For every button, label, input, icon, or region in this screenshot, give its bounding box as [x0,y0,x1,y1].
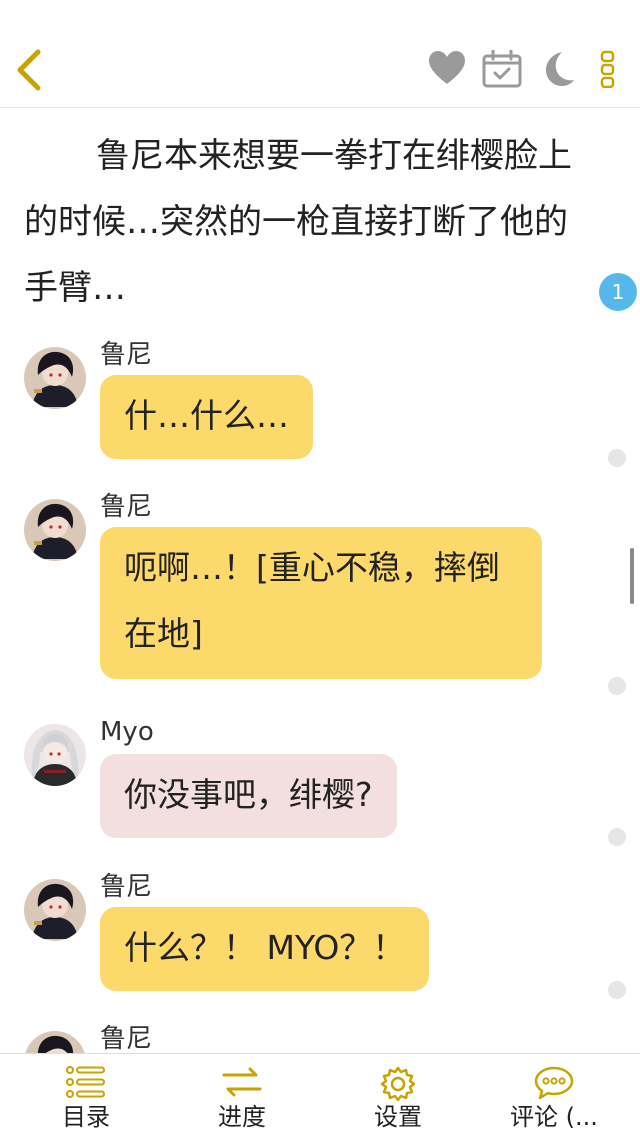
comment-dot[interactable] [608,981,626,999]
comment-dot[interactable] [608,677,626,695]
favorite-button[interactable] [428,50,466,90]
narration-text: 鲁尼本来想要一拳打在绯樱脸上的时候…突然的一枪直接打断了他的手臂… [24,136,572,308]
tab-settings[interactable]: 设置 [318,1054,478,1139]
calendar-checkin-button[interactable] [482,49,522,92]
more-vertical-icon [600,50,615,89]
tab-label: 评论 (... [510,1103,598,1131]
paragraph-comment-badge[interactable]: 1 [599,273,637,311]
comment-dot[interactable] [608,449,626,467]
scrollbar-thumb[interactable] [630,548,634,604]
bottom-nav: 目录 进度 设置 评论 (... [0,1053,640,1138]
night-mode-button[interactable] [538,50,576,92]
speaker-name: 鲁尼 [100,872,153,902]
list-icon [66,1066,106,1102]
tab-label: 设置 [374,1103,422,1131]
speaker-name: 鲁尼 [100,1024,153,1053]
speaker-name: Myo [100,717,154,747]
swap-arrows-icon [222,1066,262,1102]
chat-bubble-icon [534,1066,574,1104]
dark-haired-boy-avatar[interactable] [24,1031,86,1053]
dark-haired-boy-avatar[interactable] [24,879,86,941]
message-bubble: 什…什么… [100,375,313,459]
heart-icon [429,51,465,84]
tab-label: 目录 [62,1103,110,1131]
message-bubble: 呃啊…！[重心不稳，摔倒在地] [100,527,542,679]
calendar-check-icon [482,49,522,88]
tab-progress[interactable]: 进度 [162,1054,322,1139]
tab-catalog[interactable]: 目录 [6,1054,166,1139]
dark-haired-boy-avatar[interactable] [24,347,86,409]
chevron-left-icon [17,49,41,91]
top-bar [0,0,640,108]
message-bubble: 你没事吧，绯樱? [100,754,397,838]
speaker-name: 鲁尼 [100,340,153,370]
tab-label: 进度 [218,1103,266,1131]
moon-icon [546,52,574,86]
more-button[interactable] [598,50,618,92]
tab-comments[interactable]: 评论 (... [474,1054,634,1139]
gear-icon [380,1066,416,1106]
silver-haired-girl-avatar[interactable] [24,724,86,786]
dark-haired-boy-avatar[interactable] [24,499,86,561]
story-content[interactable]: 鲁尼本来想要一拳打在绯樱脸上的时候…突然的一枪直接打断了他的手臂… 1 鲁尼 什… [0,109,640,1053]
message-bubble: 什么？！ MYO？！ [100,907,430,991]
speaker-name: 鲁尼 [100,492,153,522]
comment-dot[interactable] [608,828,626,846]
back-button[interactable] [12,48,48,92]
